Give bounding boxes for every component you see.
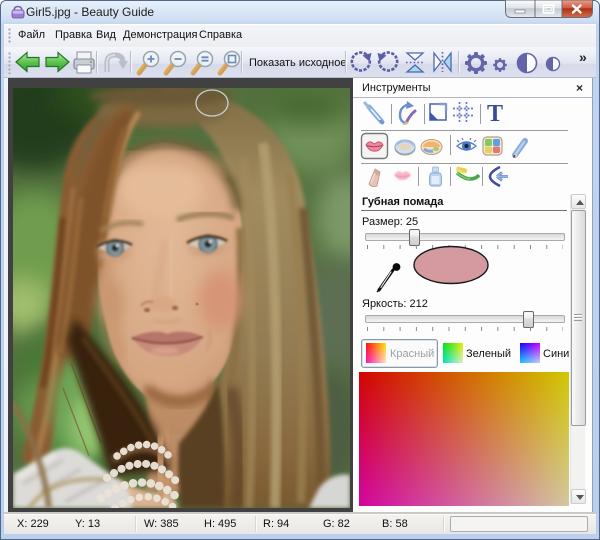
svg-text:T: T (487, 101, 503, 127)
